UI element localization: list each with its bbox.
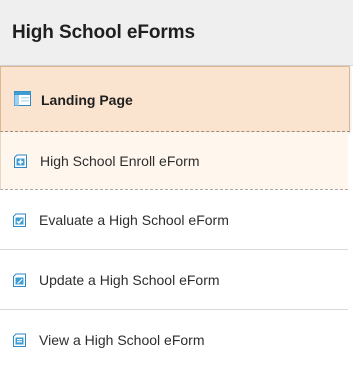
view-form-icon bbox=[12, 333, 27, 348]
menu-item-label: View a High School eForm bbox=[39, 332, 205, 348]
menu-item-label: Landing Page bbox=[41, 92, 133, 108]
eforms-panel: High School eForms Landing Page High Sch… bbox=[0, 0, 353, 373]
menu-item-label: Evaluate a High School eForm bbox=[39, 212, 229, 228]
menu-item-label: Update a High School eForm bbox=[39, 272, 220, 288]
menu-item-update-eform[interactable]: Update a High School eForm bbox=[0, 250, 348, 310]
panel-title: High School eForms bbox=[12, 22, 195, 43]
menu-item-view-eform[interactable]: View a High School eForm bbox=[0, 310, 348, 370]
evaluate-form-icon bbox=[12, 213, 27, 228]
menu-item-landing-page[interactable]: Landing Page bbox=[0, 66, 350, 132]
add-form-icon bbox=[13, 154, 28, 169]
landing-page-icon bbox=[14, 91, 31, 106]
menu-item-label: High School Enroll eForm bbox=[40, 153, 200, 169]
eforms-menu: Landing Page High School Enroll eForm Ev… bbox=[0, 66, 353, 370]
menu-item-high-school-enroll-eform[interactable]: High School Enroll eForm bbox=[0, 132, 348, 190]
panel-header: High School eForms bbox=[0, 0, 353, 66]
menu-item-evaluate-eform[interactable]: Evaluate a High School eForm bbox=[0, 190, 348, 250]
update-form-icon bbox=[12, 273, 27, 288]
